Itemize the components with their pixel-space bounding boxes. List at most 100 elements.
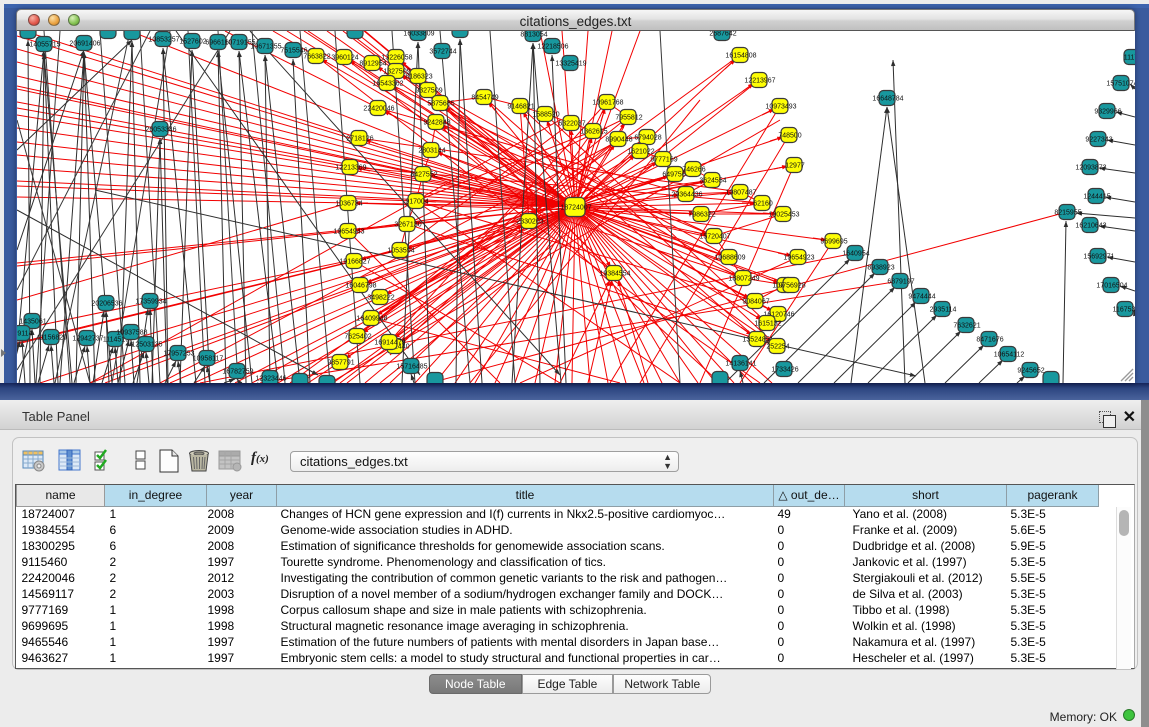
svg-text:8186323: 8186323: [405, 74, 432, 81]
svg-text:7986322: 7986322: [688, 212, 715, 219]
svg-text:9245652: 9245652: [1017, 368, 1044, 375]
svg-text:6322037: 6322037: [558, 121, 585, 128]
svg-text:1362615: 1362615: [580, 129, 607, 136]
svg-text:9474444: 9474444: [908, 294, 935, 301]
svg-text:3960124: 3960124: [331, 55, 358, 62]
svg-text:9327509: 9327509: [415, 88, 442, 95]
svg-text:12213967: 12213967: [744, 78, 775, 85]
svg-text:22420046: 22420046: [363, 106, 394, 113]
svg-text:2687642: 2687642: [709, 31, 736, 38]
svg-text:19384554: 19384554: [599, 271, 630, 278]
svg-text:1167534: 1167534: [1113, 307, 1135, 314]
svg-text:8427552: 8427552: [410, 172, 437, 179]
svg-text:5875685: 5875685: [427, 101, 454, 108]
svg-text:7955812: 7955812: [615, 115, 642, 122]
svg-text:10688609: 10688609: [714, 255, 745, 262]
svg-text:3267130: 3267130: [394, 222, 421, 229]
svg-text:12942737: 12942737: [72, 336, 103, 343]
svg-text:9699695: 9699695: [820, 239, 847, 246]
svg-text:748500: 748500: [778, 133, 801, 140]
svg-text:15720407: 15720407: [699, 234, 730, 241]
svg-text:19654923: 19654923: [783, 255, 814, 262]
svg-text:12503135: 12503135: [131, 342, 162, 349]
svg-text:16543362: 16543362: [372, 81, 403, 88]
svg-text:1435061: 1435061: [19, 319, 46, 326]
svg-text:10937588: 10937588: [116, 330, 147, 337]
svg-text:2718126: 2718126: [346, 136, 373, 143]
svg-text:15692971: 15692971: [1083, 254, 1114, 261]
svg-text:16409948: 16409948: [356, 316, 387, 323]
svg-text:252254: 252254: [766, 344, 789, 351]
svg-text:1527602: 1527602: [179, 39, 206, 46]
svg-text:1615132: 1615132: [754, 321, 781, 328]
svg-text:9756928: 9756928: [778, 283, 805, 290]
svg-text:7663822: 7663822: [303, 54, 330, 61]
svg-text:6794028: 6794028: [634, 135, 661, 142]
svg-text:16033809: 16033809: [403, 31, 434, 38]
svg-text:20206536: 20206536: [91, 301, 122, 308]
svg-text:9227343: 9227343: [1085, 137, 1112, 144]
svg-text:11174: 11174: [1124, 55, 1135, 62]
svg-text:9857791: 9857791: [327, 360, 354, 367]
svg-text:9084067: 9084067: [742, 299, 769, 306]
svg-text:8938923: 8938923: [867, 265, 894, 272]
svg-text:12323446: 12323446: [255, 376, 286, 383]
svg-text:26053346: 26053346: [145, 127, 176, 134]
svg-text:9777169: 9777169: [650, 157, 677, 164]
svg-text:15716485: 15716485: [396, 364, 427, 371]
svg-text:19166827: 19166827: [339, 259, 370, 266]
svg-text:12213369: 12213369: [335, 165, 366, 172]
svg-text:17359934: 17359934: [135, 299, 166, 306]
svg-text:18807249: 18807249: [728, 276, 759, 283]
svg-text:14055715: 14055715: [29, 42, 60, 49]
svg-text:8215955: 8215955: [1054, 210, 1081, 217]
svg-text:39114: 39114: [17, 331, 33, 338]
svg-text:10807487: 10807487: [725, 190, 756, 197]
svg-text:1621022: 1621022: [627, 149, 654, 156]
svg-text:15751074: 15751074: [1106, 81, 1135, 88]
svg-text:10025453: 10025453: [768, 212, 799, 219]
svg-text:16154808: 16154808: [725, 53, 756, 60]
svg-text:8912954: 8912954: [359, 61, 386, 68]
svg-text:20364436: 20364436: [671, 192, 702, 199]
svg-text:12093873: 12093873: [1075, 165, 1106, 172]
svg-text:16210643: 16210643: [1075, 223, 1106, 230]
svg-text:17016504: 17016504: [1096, 283, 1127, 290]
svg-text:7625402: 7625402: [344, 334, 371, 341]
svg-text:62160: 62160: [753, 201, 773, 208]
svg-text:10958117: 10958117: [193, 356, 224, 363]
svg-text:14136141: 14136141: [725, 361, 756, 368]
svg-text:2803144: 2803144: [418, 148, 445, 155]
svg-text:3572744: 3572744: [429, 49, 456, 56]
svg-text:917004: 917004: [405, 199, 428, 206]
svg-text:10973493: 10973493: [765, 104, 796, 111]
svg-text:19654943: 19654943: [333, 229, 364, 236]
svg-text:3624554: 3624554: [699, 178, 726, 185]
svg-text:8471676: 8471676: [976, 337, 1003, 344]
svg-text:7632621: 7632621: [953, 323, 980, 330]
svg-text:9329966: 9329966: [1094, 109, 1121, 116]
svg-text:2935114: 2935114: [930, 307, 957, 314]
svg-text:12977: 12977: [785, 163, 805, 170]
svg-text:746266: 746266: [682, 167, 705, 174]
svg-text:8990448: 8990448: [605, 137, 632, 144]
svg-text:16782759: 16782759: [222, 369, 253, 376]
svg-text:1036734: 1036734: [335, 201, 362, 208]
svg-text:18724007: 18724007: [560, 205, 591, 212]
svg-text:3498222: 3498222: [367, 295, 394, 302]
svg-text:9146821: 9146821: [507, 104, 534, 111]
svg-text:12218506: 12218506: [537, 44, 568, 51]
svg-text:1588520: 1588520: [532, 112, 559, 119]
svg-text:6879197: 6879197: [887, 279, 914, 286]
svg-text:1244415: 1244415: [1083, 194, 1110, 201]
svg-text:1733426: 1733426: [771, 367, 798, 374]
svg-text:16648784: 16648784: [872, 96, 903, 103]
svg-text:10961768: 10961768: [592, 100, 623, 107]
svg-text:11156829: 11156829: [37, 335, 67, 342]
svg-text:8813054: 8813054: [520, 32, 547, 39]
svg-text:1053594: 1053594: [387, 248, 414, 255]
svg-text:10654112: 10654112: [994, 352, 1025, 359]
svg-text:17957253: 17957253: [163, 351, 194, 358]
svg-text:1640954: 1640954: [842, 251, 869, 258]
svg-text:8454749: 8454749: [471, 95, 498, 102]
